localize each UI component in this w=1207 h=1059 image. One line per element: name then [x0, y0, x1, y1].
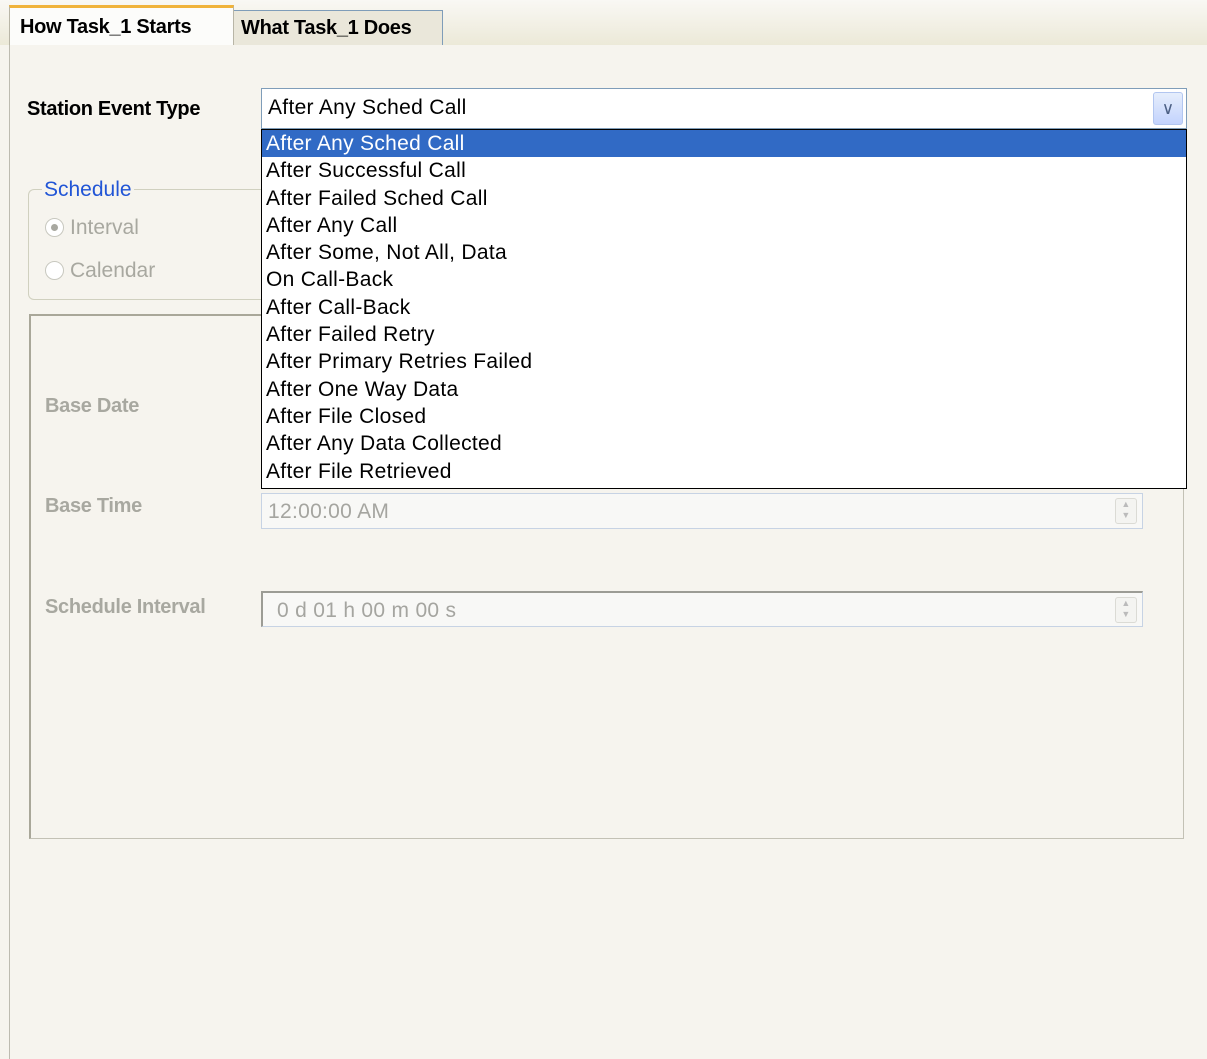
tab-bar: How Task_1 Starts What Task_1 Does: [0, 0, 1207, 45]
radio-calendar-label: Calendar: [70, 259, 156, 282]
chevron-down-icon[interactable]: ∨: [1153, 92, 1183, 125]
tab-how-task-starts[interactable]: How Task_1 Starts: [9, 5, 234, 45]
station-event-type-value: After Any Sched Call: [268, 96, 467, 119]
schedule-interval-label: Schedule Interval: [45, 596, 206, 618]
dropdown-option[interactable]: After Failed Retry: [262, 321, 1186, 348]
dropdown-option[interactable]: After Any Sched Call: [262, 130, 1186, 158]
schedule-legend: Schedule: [42, 178, 134, 202]
spinner-icon[interactable]: ▲ ▼: [1115, 597, 1137, 623]
base-time-label: Base Time: [45, 495, 142, 517]
panel-left-border: [9, 44, 10, 1059]
schedule-interval-value: 0 d 01 h 00 m 00 s: [277, 599, 457, 622]
dropdown-option[interactable]: After One Way Data: [262, 376, 1186, 403]
dropdown-option[interactable]: On Call-Back: [262, 266, 1186, 293]
dropdown-option[interactable]: After Successful Call: [262, 157, 1186, 184]
base-time-value: 12:00:00 AM: [268, 500, 390, 523]
schedule-group: [28, 189, 273, 300]
dropdown-option[interactable]: After Any Data Collected: [262, 430, 1186, 457]
tab-what-task-does[interactable]: What Task_1 Does: [233, 10, 443, 45]
station-event-type-label: Station Event Type: [27, 98, 201, 120]
dropdown-option[interactable]: After File Retrieved: [262, 458, 1186, 485]
dropdown-option[interactable]: After Call-Back: [262, 294, 1186, 321]
radio-interval-label: Interval: [70, 216, 139, 239]
radio-checked-icon: [45, 218, 64, 237]
base-date-label: Base Date: [45, 395, 140, 417]
dropdown-option[interactable]: After Any Call: [262, 212, 1186, 239]
dropdown-option[interactable]: After Primary Retries Failed: [262, 348, 1186, 375]
dropdown-option[interactable]: After Some, Not All, Data: [262, 239, 1186, 266]
radio-calendar[interactable]: Calendar: [45, 259, 155, 283]
radio-unchecked-icon: [45, 261, 64, 280]
base-time-input[interactable]: 12:00:00 AM ▲ ▼: [261, 493, 1143, 529]
station-event-type-dropdown-list: After Any Sched Call After Successful Cal…: [261, 129, 1187, 489]
schedule-interval-input[interactable]: 0 d 01 h 00 m 00 s ▲ ▼: [261, 591, 1143, 627]
station-event-type-select[interactable]: After Any Sched Call ∨: [261, 88, 1187, 129]
radio-interval[interactable]: Interval: [45, 216, 139, 240]
dropdown-option[interactable]: After File Closed: [262, 403, 1186, 430]
dropdown-option[interactable]: After Failed Sched Call: [262, 185, 1186, 212]
spinner-icon[interactable]: ▲ ▼: [1115, 498, 1137, 524]
